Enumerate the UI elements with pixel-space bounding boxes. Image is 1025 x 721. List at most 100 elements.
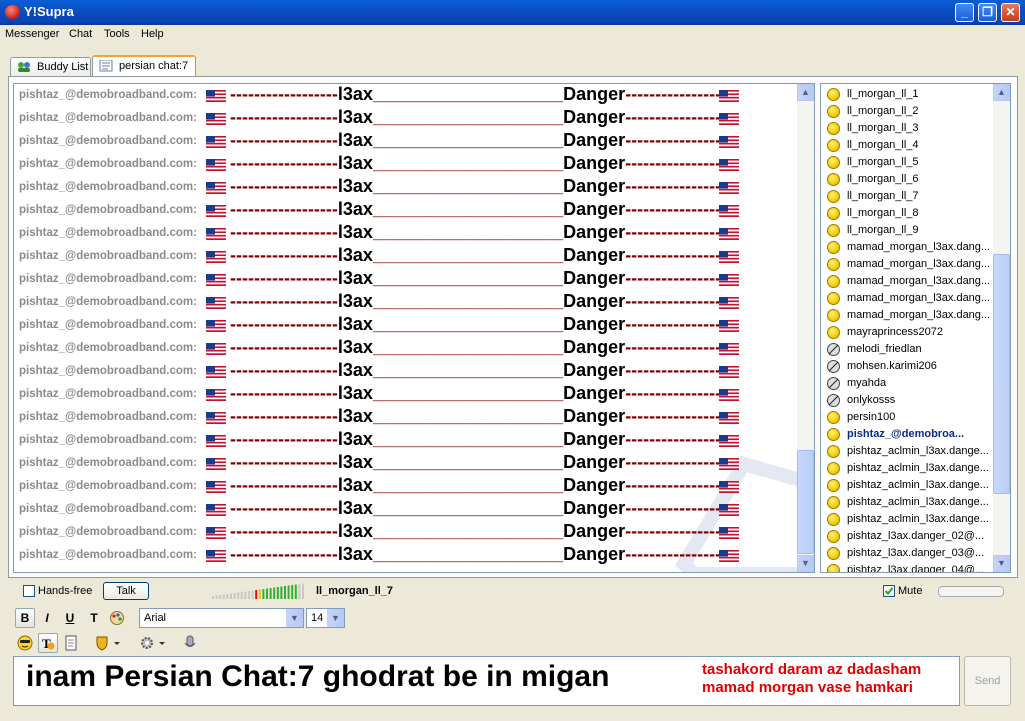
user-name: melodi_friedlan	[847, 343, 922, 355]
user-smiley-icon	[827, 156, 840, 169]
user-name: pishtaz_l3ax.danger_04@...	[847, 564, 985, 573]
bold-button[interactable]: B	[15, 608, 35, 628]
message-sender: pishtaz_@demobroadband.com:	[19, 549, 197, 561]
menu-messenger[interactable]: Messenger	[5, 28, 59, 40]
scroll-down-button[interactable]: ▼	[993, 555, 1010, 572]
us-flag-icon	[719, 458, 739, 470]
user-name: pishtaz_aclmin_l3ax.dange...	[847, 445, 989, 457]
message-sender: pishtaz_@demobroadband.com:	[19, 181, 197, 193]
user-muted-icon	[827, 394, 840, 407]
message-sender: pishtaz_@demobroadband.com:	[19, 342, 197, 354]
chevron-down-icon: ▼	[286, 609, 303, 627]
message-text: ------------------l3ax__________________…	[230, 498, 740, 518]
color-palette-icon[interactable]	[107, 608, 127, 628]
message-text: ------------------l3ax__________________…	[230, 337, 740, 357]
message-text: ------------------l3ax__________________…	[230, 383, 740, 403]
user-name: ll_morgan_ll_9	[847, 224, 919, 236]
us-flag-icon	[719, 136, 739, 148]
us-flag-icon	[719, 527, 739, 539]
document-icon[interactable]	[61, 633, 81, 653]
font-select[interactable]: Arial ▼	[139, 608, 304, 628]
size-select[interactable]: 14 ▼	[306, 608, 345, 628]
underline-button[interactable]: U	[60, 608, 80, 628]
scroll-thumb[interactable]	[993, 254, 1010, 494]
scroll-up-button[interactable]: ▲	[993, 84, 1010, 101]
user-smiley-icon	[827, 139, 840, 152]
scroll-down-button[interactable]: ▼	[797, 555, 814, 572]
message-input[interactable]: inam Persian Chat:7 ghodrat be in migan …	[13, 656, 960, 706]
user-smiley-icon	[827, 275, 840, 288]
message-text: ------------------l3ax__________________…	[230, 176, 740, 196]
us-flag-icon	[719, 389, 739, 401]
us-flag-icon	[719, 90, 739, 102]
scroll-thumb[interactable]	[797, 450, 814, 554]
user-name: onlykosss	[847, 394, 896, 406]
message-sender: pishtaz_@demobroadband.com:	[19, 112, 197, 124]
user-muted-icon	[827, 360, 840, 373]
italic-button[interactable]: I	[37, 608, 57, 628]
user-list[interactable]: ll_morgan_ll_1 ll_morgan_ll_2 ll_morgan_ll…	[820, 83, 1011, 573]
hands-free-checkbox[interactable]	[23, 585, 35, 597]
message-sender: pishtaz_@demobroadband.com:	[19, 411, 197, 423]
message-sender: pishtaz_@demobroadband.com:	[19, 365, 197, 377]
emoticon-icon[interactable]	[15, 633, 35, 653]
user-name: ll_morgan_ll_8	[847, 207, 919, 219]
message-text: ------------------l3ax__________________…	[230, 199, 740, 219]
user-name: mamad_morgan_l3ax.dang...	[847, 275, 991, 287]
input-text: inam Persian Chat:7 ghodrat be in migan	[26, 660, 610, 693]
shield-icon[interactable]	[92, 633, 124, 653]
user-list-scrollbar[interactable]: ▲ ▼	[993, 84, 1010, 572]
tab-label: persian chat:7	[119, 60, 189, 72]
text-format-icon[interactable]: T	[38, 633, 58, 653]
close-button[interactable]: ✕	[1001, 3, 1020, 22]
tab-persian-chat[interactable]: persian chat:7	[92, 55, 196, 78]
minimize-button[interactable]: _	[955, 3, 974, 22]
text-style-button[interactable]: T	[84, 608, 104, 628]
user-smiley-icon	[827, 547, 840, 560]
user-name: pishtaz_aclmin_l3ax.dange...	[847, 479, 989, 491]
hands-free-label: Hands-free	[38, 585, 93, 597]
volume-slider[interactable]	[938, 586, 1004, 597]
talk-button[interactable]: Talk	[103, 582, 149, 600]
message-text: ------------------l3ax__________________…	[230, 268, 740, 288]
menu-chat[interactable]: Chat	[69, 28, 92, 40]
user-name: pishtaz_l3ax.danger_03@...	[847, 547, 985, 559]
chat-log[interactable]: pishtaz_@demobroadband.com: -------------…	[13, 83, 815, 573]
user-smiley-icon	[827, 496, 840, 509]
input-note: tashakord daram az dadasham mamad morgan …	[702, 661, 922, 696]
user-smiley-icon	[827, 122, 840, 135]
user-smiley-icon	[827, 411, 840, 424]
message-sender: pishtaz_@demobroadband.com:	[19, 319, 197, 331]
window-title: Y!Supra	[24, 4, 74, 19]
us-flag-icon	[206, 113, 226, 125]
gear-icon[interactable]	[137, 633, 169, 653]
menu-bar: Messenger Chat Tools Help	[0, 25, 1025, 45]
user-smiley-icon	[827, 224, 840, 237]
buddy-list-icon	[18, 62, 30, 72]
user-smiley-icon	[827, 564, 840, 572]
maximize-button[interactable]: ❐	[978, 3, 997, 22]
message-text: ------------------l3ax__________________…	[230, 84, 740, 104]
message-sender: pishtaz_@demobroadband.com:	[19, 273, 197, 285]
user-name: ll_morgan_ll_7	[847, 190, 919, 202]
user-smiley-icon	[827, 241, 840, 254]
message-text: ------------------l3ax__________________…	[230, 107, 740, 127]
menu-help[interactable]: Help	[141, 28, 164, 40]
us-flag-icon	[719, 228, 739, 240]
message-sender: pishtaz_@demobroadband.com:	[19, 296, 197, 308]
us-flag-icon	[719, 343, 739, 355]
microphone-icon[interactable]	[180, 633, 200, 653]
scroll-up-button[interactable]: ▲	[797, 84, 814, 101]
message-text: ------------------l3ax__________________…	[230, 475, 740, 495]
us-flag-icon	[206, 251, 226, 263]
user-smiley-icon	[827, 309, 840, 322]
send-button[interactable]: Send	[964, 656, 1011, 706]
mute-checkbox[interactable]	[883, 585, 895, 597]
user-smiley-icon	[827, 445, 840, 458]
size-value: 14	[311, 612, 324, 624]
menu-tools[interactable]: Tools	[104, 28, 130, 40]
message-text: ------------------l3ax__________________…	[230, 429, 740, 449]
chat-scrollbar[interactable]: ▲ ▼	[797, 84, 814, 572]
us-flag-icon	[719, 504, 739, 516]
tab-buddy-list[interactable]: Buddy List	[10, 57, 91, 77]
